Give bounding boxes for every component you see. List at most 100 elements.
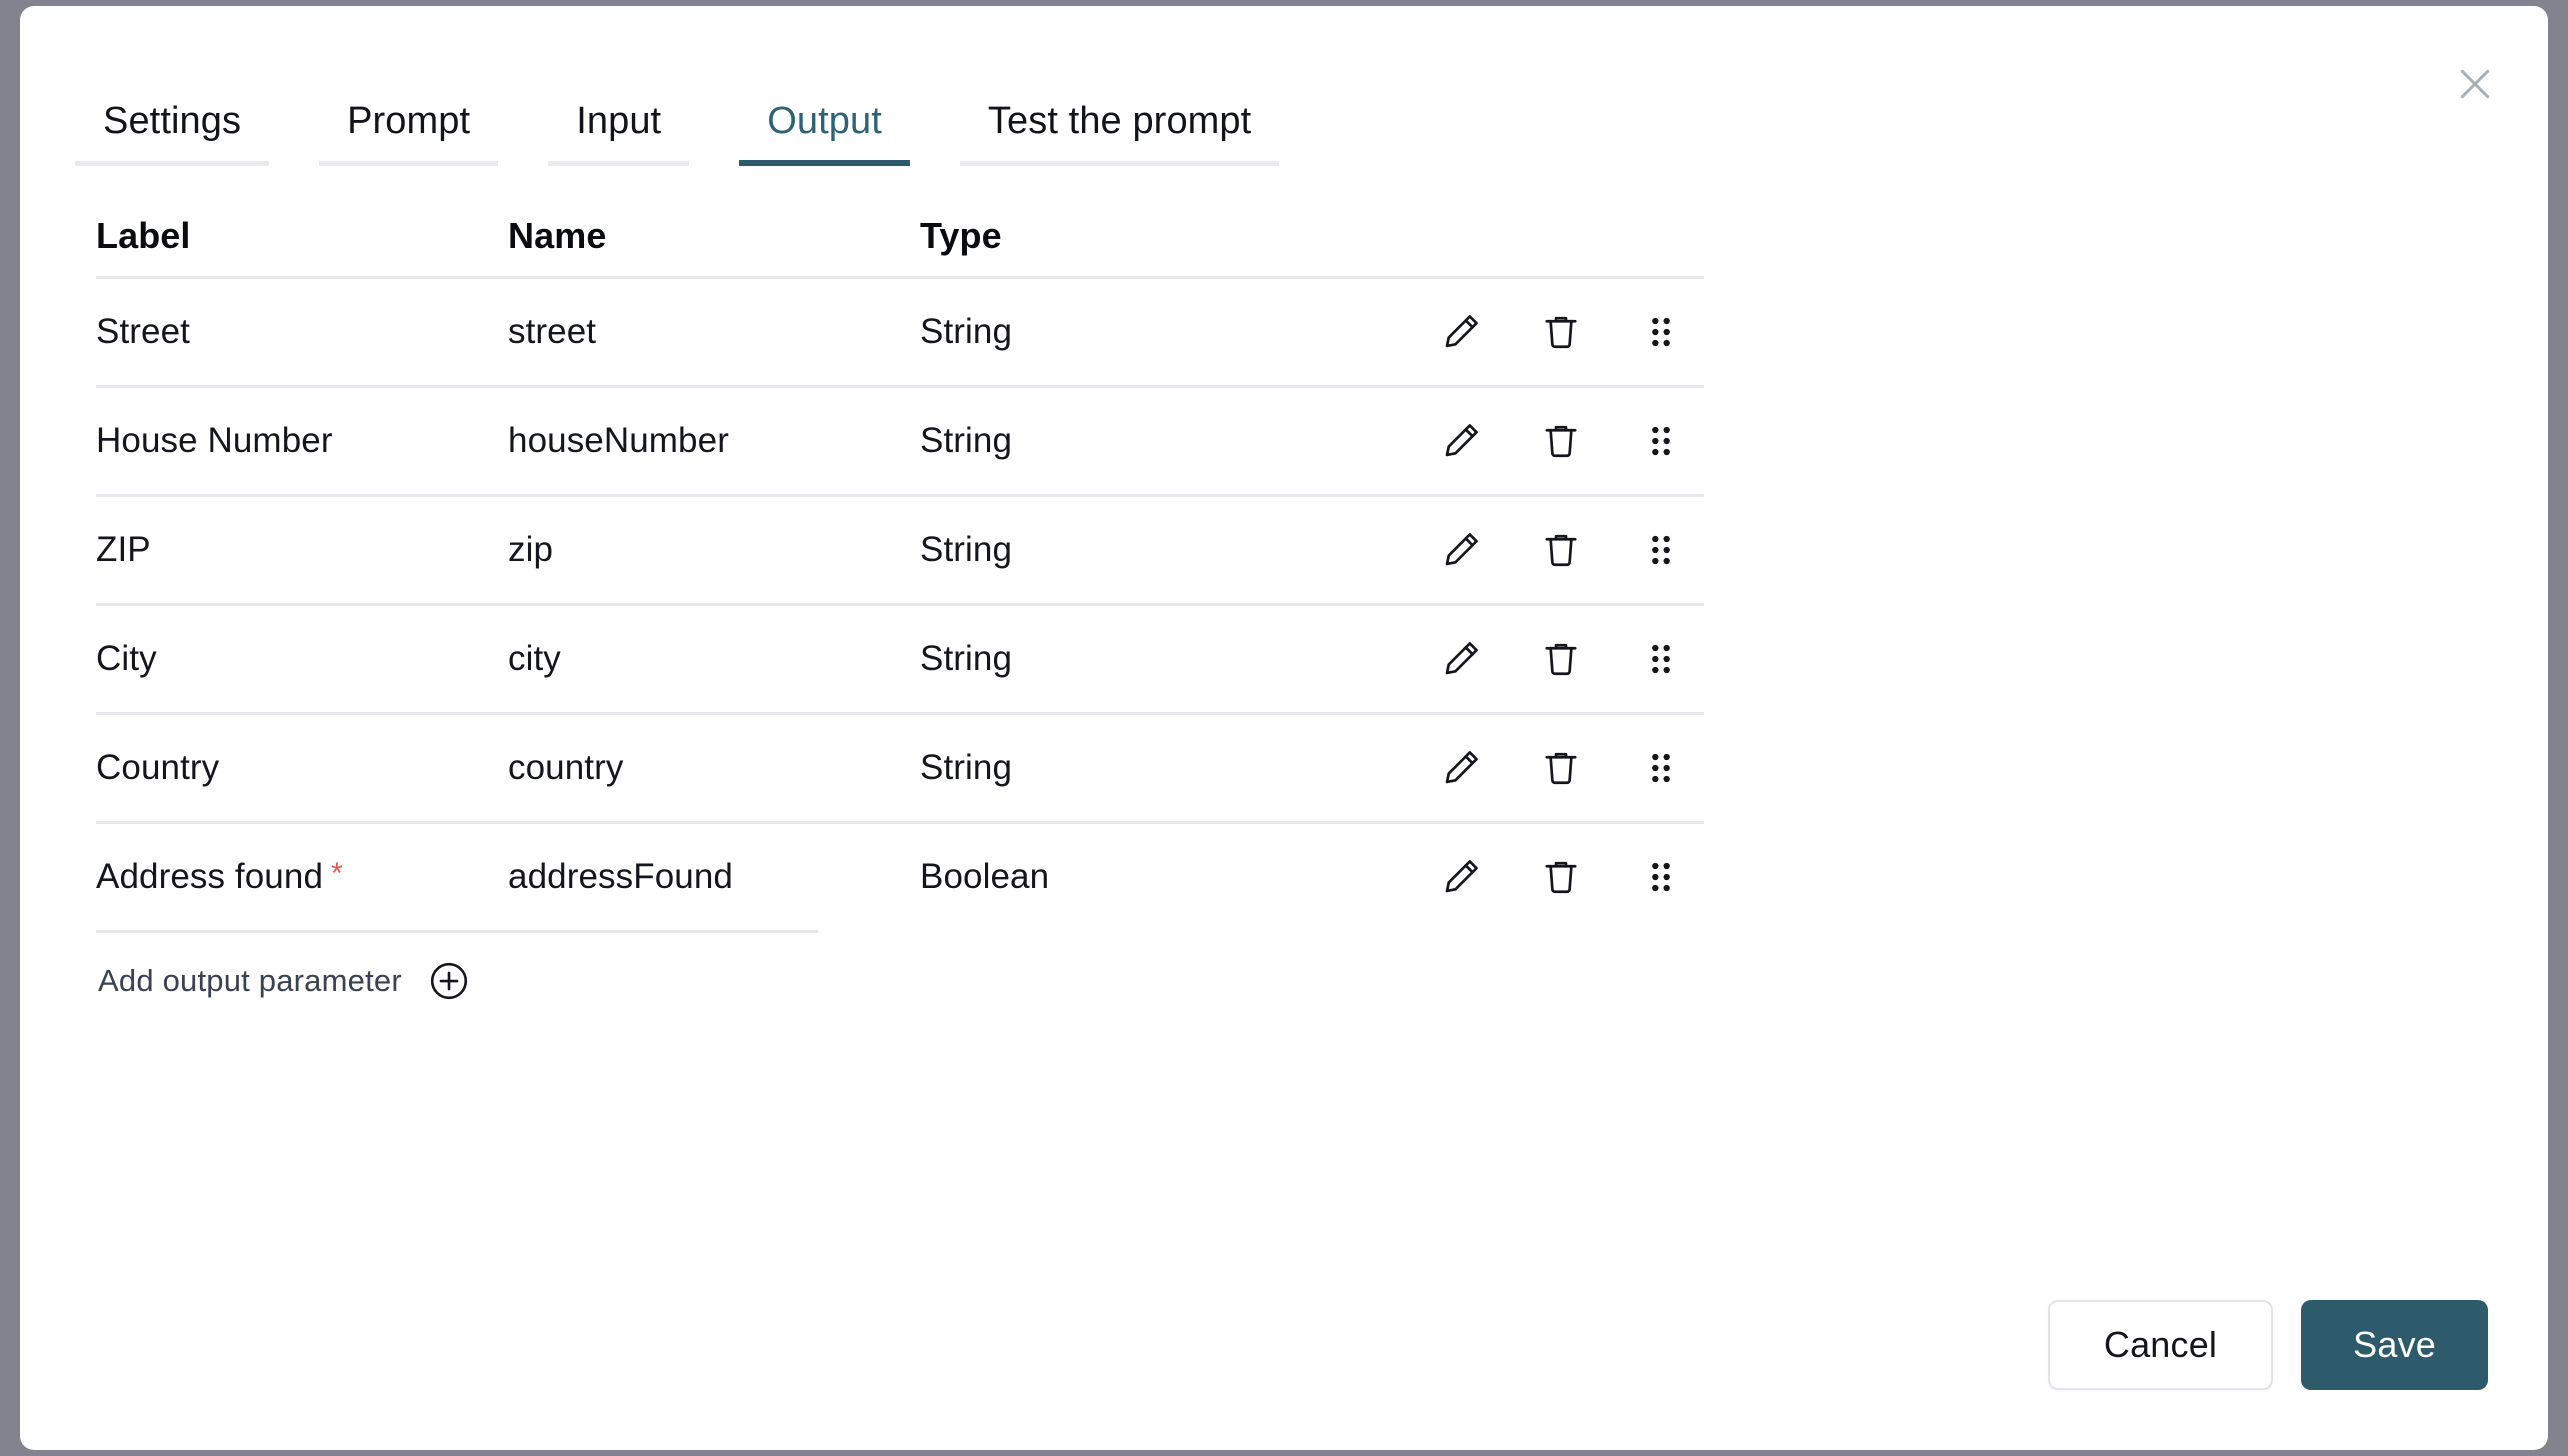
cell-label: Address found * xyxy=(96,857,508,897)
tab-label: Prompt xyxy=(347,100,471,142)
column-header-label: Label xyxy=(96,215,191,256)
cell-name: street xyxy=(508,312,597,351)
cell-label: Country xyxy=(96,748,508,788)
drag-handle-icon xyxy=(1641,639,1681,679)
parameter-label: Street xyxy=(96,312,190,351)
table-row: Address found * addressFound Boolean xyxy=(96,821,1704,930)
edit-parameter-button[interactable] xyxy=(1434,523,1488,577)
edit-parameter-button[interactable] xyxy=(1434,305,1488,359)
cell-actions xyxy=(1434,414,1704,468)
cell-actions xyxy=(1434,305,1704,359)
output-parameters-table: Label Name Type Street street String House … xyxy=(96,196,1704,1029)
table-row: House Number houseNumber String xyxy=(96,385,1704,494)
drag-handle-icon xyxy=(1641,421,1681,461)
drag-handle-icon xyxy=(1641,857,1681,897)
tab-label: Output xyxy=(767,100,882,142)
cell-type: String xyxy=(920,421,1013,460)
column-header-type: Type xyxy=(920,215,1002,256)
table-body: Street street String House Number houseNumbe… xyxy=(96,276,1704,930)
pencil-icon xyxy=(1438,418,1484,464)
drag-handle-icon xyxy=(1641,748,1681,788)
tab-underline xyxy=(75,161,270,166)
cell-actions xyxy=(1434,523,1704,577)
delete-parameter-button[interactable] xyxy=(1534,305,1588,359)
cell-type: String xyxy=(920,312,1013,351)
tab-underline-active xyxy=(739,160,910,166)
delete-parameter-button[interactable] xyxy=(1534,632,1588,686)
reorder-parameter-handle[interactable] xyxy=(1634,414,1688,468)
tab-underline xyxy=(548,161,690,166)
trash-icon xyxy=(1538,418,1584,464)
table-row: Street street String xyxy=(96,276,1704,385)
plus-circle-icon[interactable] xyxy=(426,958,472,1004)
save-button[interactable]: Save xyxy=(2301,1300,2488,1390)
column-header-name: Name xyxy=(508,215,607,256)
add-output-parameter-row[interactable]: Add output parameter xyxy=(96,930,818,1029)
delete-parameter-button[interactable] xyxy=(1534,741,1588,795)
required-marker: * xyxy=(331,857,343,890)
tab-settings[interactable]: Settings xyxy=(75,88,270,166)
cell-label: ZIP xyxy=(96,530,508,570)
reorder-parameter-handle[interactable] xyxy=(1634,850,1688,904)
table-row: ZIP zip String xyxy=(96,494,1704,603)
tab-label: Test the prompt xyxy=(987,100,1252,142)
tab-underline xyxy=(319,161,499,166)
table-header-row: Label Name Type xyxy=(96,196,1704,276)
cell-actions xyxy=(1434,741,1704,795)
tab-prompt[interactable]: Prompt xyxy=(319,88,499,166)
table-row: Country country String xyxy=(96,712,1704,821)
delete-parameter-button[interactable] xyxy=(1534,414,1588,468)
dialog-tabs: Settings Prompt Input Output Test the pr… xyxy=(75,88,2525,168)
trash-icon xyxy=(1538,854,1584,900)
cell-type: String xyxy=(920,639,1013,678)
drag-handle-icon xyxy=(1641,530,1681,570)
edit-parameter-button[interactable] xyxy=(1434,741,1488,795)
edit-parameter-button[interactable] xyxy=(1434,850,1488,904)
delete-parameter-button[interactable] xyxy=(1534,850,1588,904)
pencil-icon xyxy=(1438,636,1484,682)
cell-type: Boolean xyxy=(920,857,1050,896)
add-output-parameter-label: Add output parameter xyxy=(98,963,402,998)
tab-underline xyxy=(959,161,1280,166)
cell-actions xyxy=(1434,850,1704,904)
tab-input[interactable]: Input xyxy=(548,88,690,166)
trash-icon xyxy=(1538,636,1584,682)
delete-parameter-button[interactable] xyxy=(1534,523,1588,577)
dialog-footer: Cancel Save xyxy=(2047,1300,2488,1390)
pencil-icon xyxy=(1438,854,1484,900)
cell-name: addressFound xyxy=(508,857,733,896)
reorder-parameter-handle[interactable] xyxy=(1634,523,1688,577)
cell-name: country xyxy=(508,748,624,787)
cell-name: city xyxy=(508,639,561,678)
trash-icon xyxy=(1538,745,1584,791)
tab-output[interactable]: Output xyxy=(739,88,910,166)
cell-name: zip xyxy=(508,530,554,569)
pencil-icon xyxy=(1438,745,1484,791)
parameter-label: Country xyxy=(96,748,220,787)
reorder-parameter-handle[interactable] xyxy=(1634,741,1688,795)
cell-name: houseNumber xyxy=(508,421,729,460)
cell-label: Street xyxy=(96,312,508,352)
pencil-icon xyxy=(1438,309,1484,355)
parameter-label: Address found xyxy=(96,857,324,896)
cancel-button[interactable]: Cancel xyxy=(2047,1300,2274,1390)
edit-parameter-button[interactable] xyxy=(1434,632,1488,686)
trash-icon xyxy=(1538,527,1584,573)
cell-actions xyxy=(1434,632,1704,686)
cell-label: House Number xyxy=(96,421,508,461)
tab-label: Input xyxy=(576,100,662,142)
cell-type: String xyxy=(920,748,1013,787)
tab-test-the-prompt[interactable]: Test the prompt xyxy=(959,88,1280,166)
parameter-label: City xyxy=(96,639,157,678)
output-parameters-dialog: Settings Prompt Input Output Test the pr… xyxy=(20,6,2548,1450)
parameter-label: ZIP xyxy=(96,530,151,569)
tab-label: Settings xyxy=(103,100,242,142)
reorder-parameter-handle[interactable] xyxy=(1634,305,1688,359)
table-row: City city String xyxy=(96,603,1704,712)
cell-type: String xyxy=(920,530,1013,569)
edit-parameter-button[interactable] xyxy=(1434,414,1488,468)
reorder-parameter-handle[interactable] xyxy=(1634,632,1688,686)
drag-handle-icon xyxy=(1641,312,1681,352)
cell-label: City xyxy=(96,639,508,679)
pencil-icon xyxy=(1438,527,1484,573)
